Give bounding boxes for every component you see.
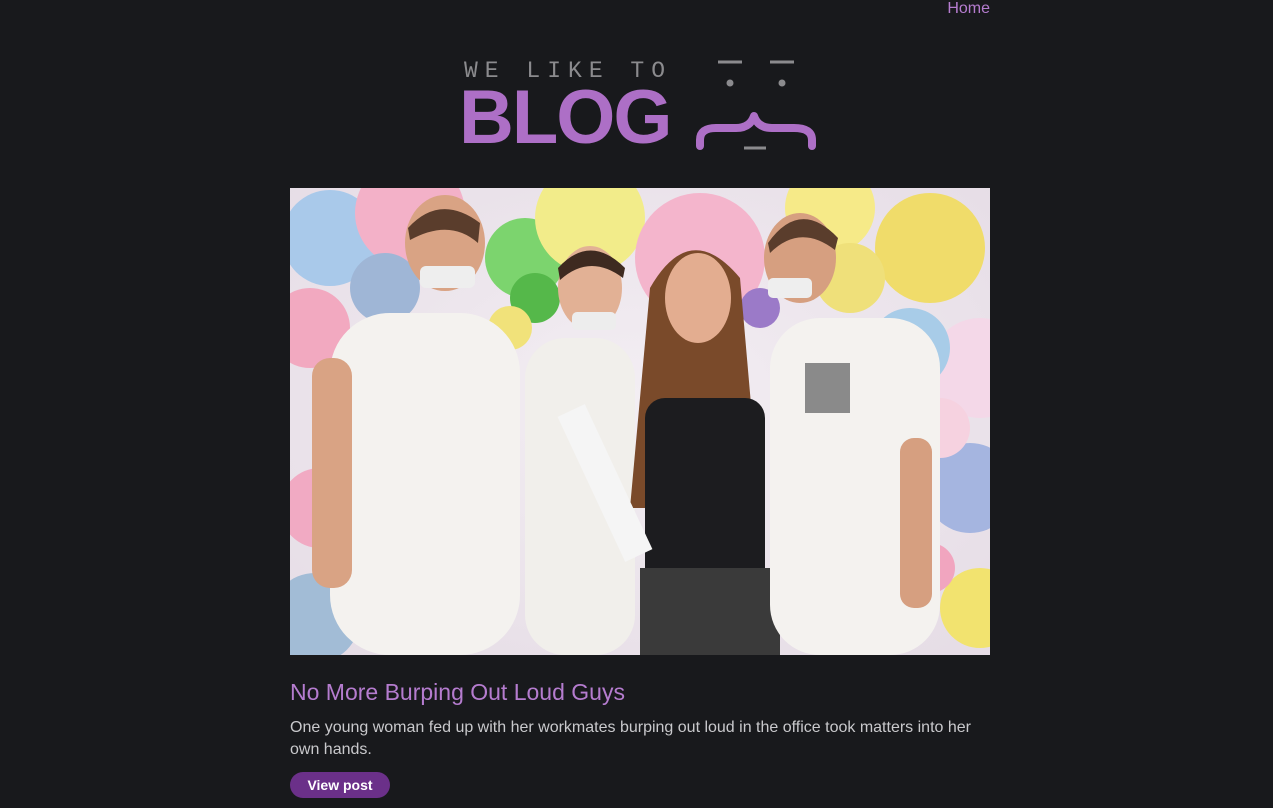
logo-face-icon — [696, 60, 816, 150]
hero-photo — [290, 188, 990, 655]
view-post-button[interactable]: View post — [290, 772, 390, 798]
page: Home WE LIKE TO BLOG No More Burping Out… — [0, 0, 1273, 808]
post-excerpt: One young woman fed up with her workmate… — [290, 719, 971, 758]
post-title-link[interactable]: No More Burping Out Loud Guys — [290, 677, 990, 707]
nav-home-link[interactable]: Home — [947, 0, 990, 17]
top-nav: Home — [290, 0, 990, 20]
post-hero-image[interactable] — [290, 188, 990, 655]
site-logo[interactable]: WE LIKE TO BLOG — [456, 52, 826, 162]
logo-wordmark: BLOG — [459, 75, 673, 160]
